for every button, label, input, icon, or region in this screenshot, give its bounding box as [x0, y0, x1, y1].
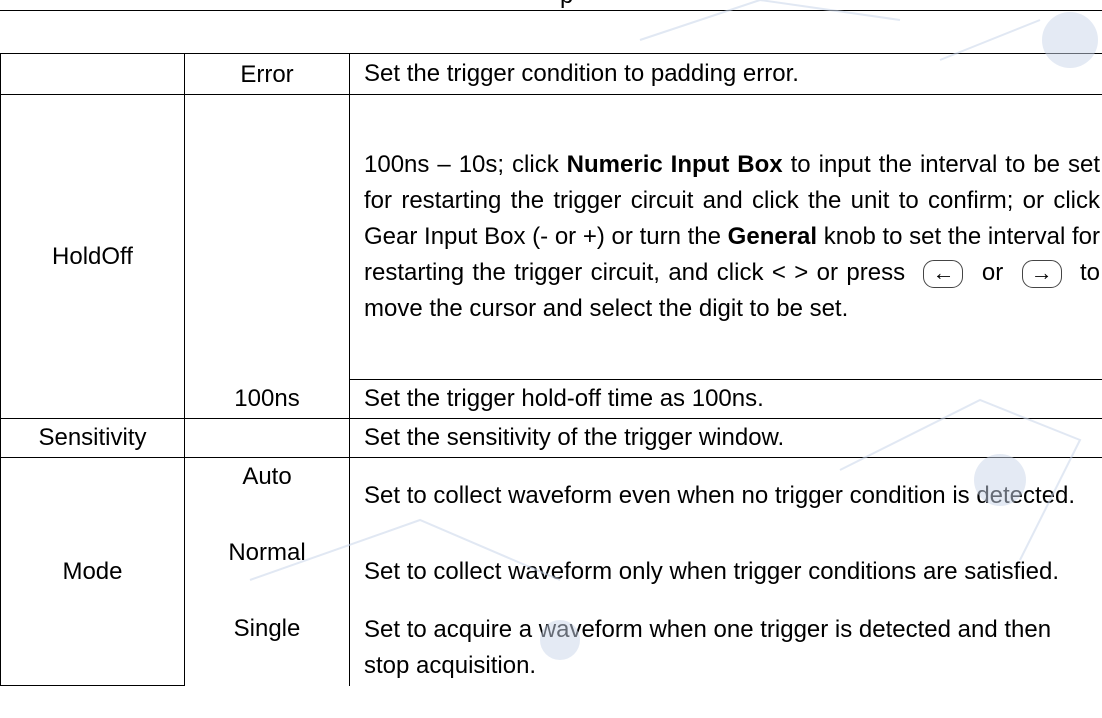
table-row-holdoff: HoldOff 100ns – 10s; click Numeric Input…	[0, 94, 1102, 419]
param-cell-holdoff: HoldOff	[0, 94, 185, 419]
top-rule	[0, 10, 1102, 11]
option-cell-auto: Auto	[184, 457, 350, 534]
description-cell-auto: Set to collect waveform even when no tri…	[349, 457, 1102, 534]
param-cell-sensitivity: Sensitivity	[0, 418, 185, 458]
left-arrow-key-icon: ←	[923, 259, 964, 288]
option-cell-error: Error	[184, 53, 350, 95]
option-cell-sensitivity	[184, 418, 350, 458]
numeric-input-box-label: Numeric Input Box	[566, 151, 783, 178]
table-row-auto: Mode Auto Set to collect waveform even w…	[0, 457, 1102, 686]
option-cell-holdoff-range	[184, 94, 350, 380]
holdoff-text-1: 100ns – 10s; click	[364, 151, 567, 178]
param-cell	[0, 53, 185, 95]
description-cell-holdoff: 100ns – 10s; click Numeric Input Box to …	[349, 94, 1102, 380]
header-fragment: p	[560, 0, 573, 8]
option-cell-100ns: 100ns	[184, 379, 350, 419]
description-cell-error: Set the trigger condition to padding err…	[349, 53, 1102, 95]
table-row-sensitivity: Sensitivity Set the sensitivity of the t…	[0, 418, 1102, 458]
param-cell-mode: Mode	[0, 457, 185, 686]
option-cell-normal: Normal	[184, 533, 350, 610]
description-cell-100ns: Set the trigger hold-off time as 100ns.	[349, 379, 1102, 419]
parameters-table: Error Set the trigger condition to paddi…	[0, 53, 1102, 686]
description-cell-normal: Set to collect waveform only when trigge…	[349, 533, 1102, 610]
description-cell-single: Set to acquire a waveform when one trigg…	[349, 609, 1102, 686]
option-cell-single: Single	[184, 609, 350, 686]
holdoff-text-or: or	[973, 259, 1012, 286]
right-arrow-key-icon: →	[1021, 259, 1062, 288]
description-cell-sensitivity: Set the sensitivity of the trigger windo…	[349, 418, 1102, 458]
table-row-error: Error Set the trigger condition to paddi…	[0, 53, 1102, 95]
general-knob-label: General	[727, 223, 818, 250]
